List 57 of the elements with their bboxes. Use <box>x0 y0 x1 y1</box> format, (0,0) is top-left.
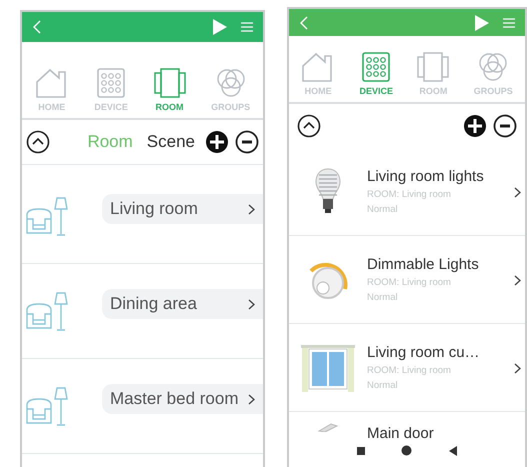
device-name: Main door <box>367 425 435 442</box>
door-handle-icon <box>317 422 339 432</box>
device-room: ROOM: Living room <box>367 365 452 376</box>
keypad-icon <box>97 68 126 98</box>
device-item[interactable]: Living room cu… ROOM: Living room Normal <box>289 324 525 412</box>
chevron-icon <box>514 187 521 198</box>
segment-tab[interactable]: Room <box>83 132 137 152</box>
nav-tab[interactable]: HOME <box>301 52 336 102</box>
room-item[interactable]: Dining area <box>102 289 263 319</box>
nav-tab[interactable]: GROUPS <box>474 52 513 102</box>
nav-tab[interactable]: ROOM <box>154 68 186 118</box>
device-item[interactable]: Living room lights ROOM: Living room Normal <box>289 148 525 236</box>
add-icon[interactable] <box>463 114 487 138</box>
remove-icon[interactable] <box>235 130 259 154</box>
back-icon[interactable] <box>32 20 41 34</box>
panels-icon <box>417 52 450 82</box>
collapse-icon[interactable] <box>297 114 321 138</box>
panels-icon <box>154 68 186 98</box>
remove-icon[interactable] <box>493 114 517 138</box>
chevron-icon <box>514 275 521 286</box>
device-status: Normal <box>367 292 399 303</box>
chevron-icon <box>514 363 521 374</box>
back-triangle-icon[interactable] <box>448 446 457 456</box>
circles-icon <box>214 68 247 98</box>
device-status: Normal <box>367 380 399 391</box>
armchair-lamp-icon <box>24 195 70 237</box>
add-icon[interactable] <box>205 130 229 154</box>
nav-tab[interactable]: DEVICE <box>94 68 128 118</box>
device-room: ROOM: Living room <box>367 277 452 288</box>
window-icon <box>300 342 356 392</box>
keypad-icon <box>362 52 390 82</box>
device-room: ROOM: Living room <box>367 189 452 200</box>
nav-tab[interactable]: GROUPS <box>211 68 250 118</box>
square-icon[interactable] <box>357 446 366 454</box>
nav-tab[interactable]: HOME <box>34 68 69 118</box>
collapse-icon[interactable] <box>26 130 50 154</box>
chevron-icon <box>248 394 255 404</box>
device-item[interactable]: Dimmable Lights ROOM: Living room Normal <box>289 236 525 324</box>
room-item[interactable]: Living room <box>102 194 263 224</box>
nav-tab[interactable]: ROOM <box>417 52 450 102</box>
play-icon[interactable] <box>213 19 227 35</box>
room-item[interactable]: Master bed room <box>102 384 263 414</box>
nav-tab[interactable]: DEVICE <box>360 52 394 102</box>
device-item[interactable]: Main door <box>289 412 525 442</box>
device-name: Living room lights <box>367 168 485 185</box>
device-name: Dimmable Lights <box>367 256 480 273</box>
home-circle-icon[interactable] <box>401 445 412 456</box>
chevron-icon <box>248 204 255 214</box>
circles-icon <box>477 52 510 82</box>
chevron-icon <box>248 298 255 310</box>
device-name: Living room cu… <box>367 344 481 361</box>
house-icon <box>34 68 69 98</box>
segment-tab[interactable]: Scene <box>142 132 199 152</box>
menu-icon[interactable] <box>241 22 253 32</box>
armchair-lamp-icon <box>24 385 70 427</box>
armchair-lamp-icon <box>24 290 70 332</box>
device-status: Normal <box>367 204 399 215</box>
